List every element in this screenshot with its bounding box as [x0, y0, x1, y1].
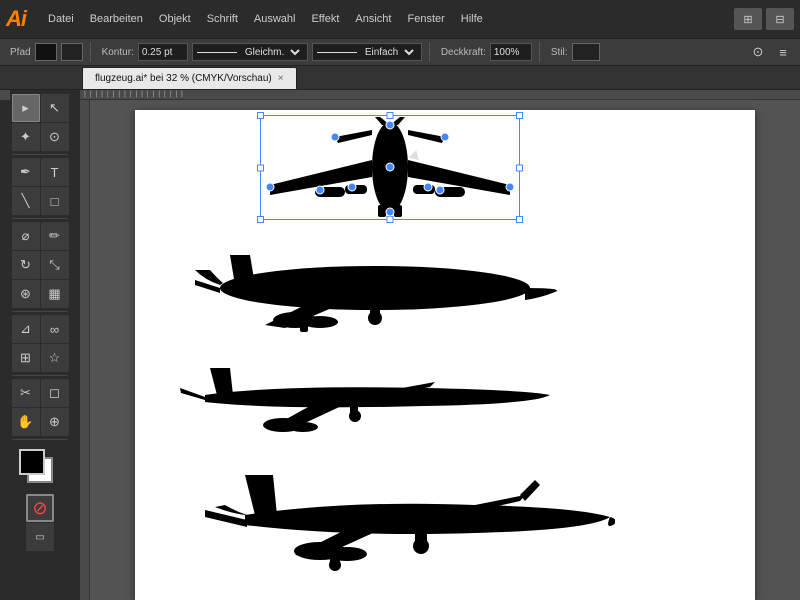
tab-title: flugzeug.ai* bei 32 % (CMYK/Vorschau) — [95, 73, 272, 84]
tool-sep-1 — [12, 154, 68, 155]
pfad-label: Pfad — [10, 47, 31, 58]
text-tool[interactable]: T — [41, 158, 69, 186]
workspace-icon[interactable]: ⊞ — [734, 8, 762, 30]
menu-objekt[interactable]: Objekt — [151, 11, 199, 27]
artboard — [135, 110, 755, 600]
tool-row-color: ⊘ — [26, 494, 54, 522]
tool-row-7: ⊛ ▦ — [12, 280, 69, 308]
tool-row-9: ⊞ ☆ — [12, 344, 69, 372]
pencil-tool[interactable]: ✏ — [41, 222, 69, 250]
arrange-icon[interactable]: ⊙ — [747, 41, 769, 63]
plane-3-svg — [175, 360, 555, 440]
plane-4[interactable] — [195, 465, 615, 578]
canvas-area: | | | | | | | | | | | | | | | | | | — [80, 90, 800, 600]
menu-fenster[interactable]: Fenster — [399, 11, 452, 27]
tool-row-1: ▸ ↖ — [12, 94, 69, 122]
paintbrush-tool[interactable]: ⌀ — [12, 222, 40, 250]
fill-swatch[interactable] — [35, 43, 57, 61]
app-logo: Ai — [6, 6, 26, 32]
rotate-tool[interactable]: ↻ — [12, 251, 40, 279]
menu-hilfe[interactable]: Hilfe — [453, 11, 491, 27]
plane-1-selected[interactable] — [260, 115, 520, 220]
none-swatch[interactable]: ⊘ — [26, 494, 54, 522]
toolbar-sep-1 — [90, 42, 91, 62]
zoom-tool[interactable]: ⊕ — [41, 408, 69, 436]
menu-bearbeiten[interactable]: Bearbeiten — [82, 11, 151, 27]
tool-row-2: ✦ ⊙ — [12, 123, 69, 151]
symbols-tool[interactable]: ☆ — [41, 344, 69, 372]
direct-selection-tool[interactable]: ↖ — [41, 94, 69, 122]
menu-datei[interactable]: Datei — [40, 11, 82, 27]
panel-icon[interactable]: ⊟ — [766, 8, 794, 30]
rect-tool[interactable]: □ — [41, 187, 69, 215]
menu-effekt[interactable]: Effekt — [303, 11, 347, 27]
stil-label: Stil: — [551, 47, 568, 58]
chart-tool[interactable]: ⊞ — [12, 344, 40, 372]
toolbar-sep-2 — [429, 42, 430, 62]
tool-row-6: ↻ ⤡ — [12, 251, 69, 279]
tool-row-8: ⊿ ∞ — [12, 315, 69, 343]
deckkraft-input[interactable] — [490, 43, 532, 61]
tool-row-mode: ▭ — [26, 523, 54, 551]
stroke-style-select[interactable]: Gleichm. — [239, 43, 303, 61]
warp-tool[interactable]: ⊛ — [12, 280, 40, 308]
magic-wand-tool[interactable]: ✦ — [12, 123, 40, 151]
scissors-tool[interactable]: ✂ — [12, 379, 40, 407]
ruler-vertical — [80, 100, 90, 600]
tool-row-4: ╲ □ — [12, 187, 69, 215]
tool-row-3: ✒ T — [12, 158, 69, 186]
kontur-input[interactable] — [138, 43, 188, 61]
tab-close-button[interactable]: × — [278, 73, 284, 84]
tool-sep-5 — [12, 439, 68, 440]
tool-row-5: ⌀ ✏ — [12, 222, 69, 250]
gradient-tool[interactable]: ▦ — [41, 280, 69, 308]
pen-tool[interactable]: ✒ — [12, 158, 40, 186]
eyedropper-tool[interactable]: ⊿ — [12, 315, 40, 343]
plane-4-svg — [195, 465, 615, 575]
line-tool[interactable]: ╲ — [12, 187, 40, 215]
lasso-tool[interactable]: ⊙ — [41, 123, 69, 151]
plane-2-svg — [185, 250, 565, 340]
tool-row-10: ✂ ◻ — [12, 379, 69, 407]
settings-icon[interactable]: ≡ — [772, 41, 794, 63]
menu-auswahl[interactable]: Auswahl — [246, 11, 304, 27]
toolbar-sep-3 — [539, 42, 540, 62]
stroke-end-select[interactable]: Einfach — [359, 43, 417, 61]
stil-swatch[interactable] — [572, 43, 600, 61]
eraser-tool[interactable]: ◻ — [41, 379, 69, 407]
tool-row-11: ✋ ⊕ — [12, 408, 69, 436]
kontur-label: Kontur: — [102, 47, 134, 58]
tool-sep-2 — [12, 218, 68, 219]
plane-1-svg — [260, 115, 520, 220]
plane-3[interactable] — [175, 360, 555, 443]
tabbar: flugzeug.ai* bei 32 % (CMYK/Vorschau) × — [0, 66, 800, 90]
tool-sep-4 — [12, 375, 68, 376]
plane-2[interactable] — [185, 250, 565, 343]
toolbox: ▸ ↖ ✦ ⊙ ✒ T ╲ □ ⌀ ✏ ↻ ⤡ ⊛ ▦ ⊿ — [0, 90, 80, 600]
tool-sep-3 — [12, 311, 68, 312]
stroke-swatch[interactable] — [61, 43, 83, 61]
scale-tool[interactable]: ⤡ — [41, 251, 69, 279]
menu-ansicht[interactable]: Ansicht — [347, 11, 399, 27]
foreground-color-swatch[interactable] — [19, 449, 45, 475]
document-tab[interactable]: flugzeug.ai* bei 32 % (CMYK/Vorschau) × — [82, 67, 297, 89]
menu-schrift[interactable]: Schrift — [199, 11, 246, 27]
hand-tool[interactable]: ✋ — [12, 408, 40, 436]
change-screen-mode[interactable]: ▭ — [26, 523, 54, 551]
menubar: Ai Datei Bearbeiten Objekt Schrift Auswa… — [0, 0, 800, 38]
ruler-horizontal: | | | | | | | | | | | | | | | | | | — [80, 90, 800, 100]
selection-tool[interactable]: ▸ — [12, 94, 40, 122]
deckkraft-label: Deckkraft: — [441, 47, 486, 58]
blend-tool[interactable]: ∞ — [41, 315, 69, 343]
main-area: ▸ ↖ ✦ ⊙ ✒ T ╲ □ ⌀ ✏ ↻ ⤡ ⊛ ▦ ⊿ — [0, 90, 800, 600]
toolbar: Pfad Kontur: Gleichm. Einfach Deckkraft:… — [0, 38, 800, 66]
color-swatch-pair — [17, 447, 63, 489]
